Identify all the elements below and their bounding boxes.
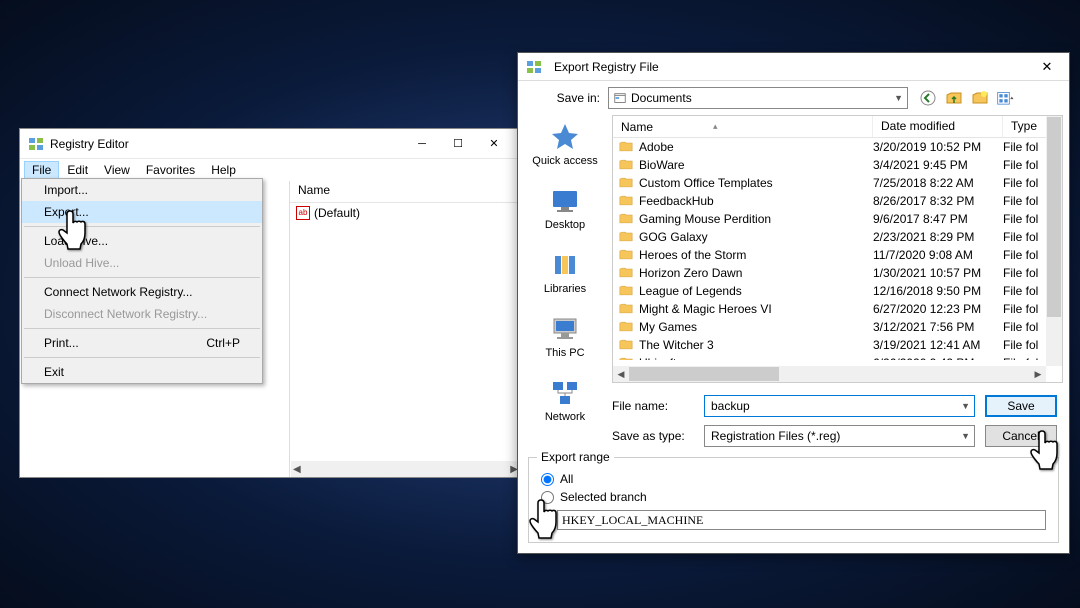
savein-label: Save in: xyxy=(530,91,608,105)
save-button[interactable]: Save xyxy=(985,395,1057,417)
menu-print[interactable]: Print...Ctrl+P xyxy=(22,332,262,354)
file-list[interactable]: Name▴ Date modified Type Adobe3/20/2019 … xyxy=(612,115,1063,383)
places-bar: Quick access Desktop Libraries This PC N… xyxy=(518,115,612,395)
file-row[interactable]: Might & Magic Heroes VI6/27/2020 12:23 P… xyxy=(613,300,1062,318)
radio-all[interactable]: All xyxy=(541,472,1046,486)
horizontal-scrollbar[interactable]: ◀▶ xyxy=(291,461,520,477)
dialog-title: Export Registry File xyxy=(554,60,1033,74)
folder-icon xyxy=(619,213,634,225)
file-row[interactable]: BioWare3/4/2021 9:45 PMFile fol xyxy=(613,156,1062,174)
place-this-pc[interactable]: This PC xyxy=(525,313,605,359)
export-range-group: Export range All Selected branch xyxy=(528,457,1059,543)
file-row[interactable]: My Games3/12/2021 7:56 PMFile fol xyxy=(613,318,1062,336)
col-name[interactable]: Name▴ xyxy=(613,116,873,137)
dialog-titlebar[interactable]: Export Registry File ✕ xyxy=(518,53,1069,81)
saveastype-label: Save as type: xyxy=(612,429,704,443)
folder-icon xyxy=(619,339,634,351)
place-network[interactable]: Network xyxy=(525,377,605,423)
string-value-icon: ab xyxy=(296,206,310,220)
file-row[interactable]: Gaming Mouse Perdition9/6/2017 8:47 PMFi… xyxy=(613,210,1062,228)
savein-combo[interactable]: Documents ▼ xyxy=(608,87,908,109)
place-desktop[interactable]: Desktop xyxy=(525,185,605,231)
place-quick-access[interactable]: Quick access xyxy=(525,121,605,167)
file-row[interactable]: Horizon Zero Dawn1/30/2021 10:57 PMFile … xyxy=(613,264,1062,282)
place-libraries[interactable]: Libraries xyxy=(525,249,605,295)
view-menu-icon[interactable] xyxy=(996,88,1016,108)
branch-input[interactable] xyxy=(557,510,1046,530)
menu-export[interactable]: Export... xyxy=(22,201,262,223)
export-range-label: Export range xyxy=(537,450,614,464)
folder-icon xyxy=(619,195,634,207)
folder-icon xyxy=(619,321,634,333)
folder-icon xyxy=(619,141,634,153)
file-hscroll[interactable]: ◀▶ xyxy=(613,366,1046,382)
menu-disconnect-network: Disconnect Network Registry... xyxy=(22,303,262,325)
radio-selected-branch[interactable]: Selected branch xyxy=(541,490,1046,504)
file-vscroll[interactable] xyxy=(1046,116,1062,366)
menu-import[interactable]: Import... xyxy=(22,179,262,201)
regedit-icon xyxy=(28,136,44,152)
menu-unload-hive: Unload Hive... xyxy=(22,252,262,274)
new-folder-icon[interactable] xyxy=(970,88,990,108)
back-icon[interactable] xyxy=(918,88,938,108)
file-row[interactable]: FeedbackHub8/26/2017 8:32 PMFile fol xyxy=(613,192,1062,210)
folder-icon xyxy=(619,303,634,315)
folder-icon xyxy=(619,249,634,261)
dialog-icon xyxy=(526,59,542,75)
menu-exit[interactable]: Exit xyxy=(22,361,262,383)
file-row[interactable]: Adobe3/20/2019 10:52 PMFile fol xyxy=(613,138,1062,156)
regedit-title: Registry Editor xyxy=(50,137,404,151)
filename-input[interactable]: backup▼ xyxy=(704,395,975,417)
menu-connect-network[interactable]: Connect Network Registry... xyxy=(22,281,262,303)
col-date[interactable]: Date modified xyxy=(873,116,1003,137)
minimize-button[interactable]: ─ xyxy=(404,130,440,158)
menu-help[interactable]: Help xyxy=(203,161,244,179)
menu-file[interactable]: File xyxy=(24,161,59,179)
folder-icon xyxy=(619,231,634,243)
export-registry-dialog: Export Registry File ✕ Save in: Document… xyxy=(517,52,1070,554)
regedit-titlebar[interactable]: Registry Editor ─ ☐ ✕ xyxy=(20,129,520,159)
file-row[interactable]: Custom Office Templates7/25/2018 8:22 AM… xyxy=(613,174,1062,192)
file-row[interactable]: Heroes of the Storm11/7/2020 9:08 AMFile… xyxy=(613,246,1062,264)
maximize-button[interactable]: ☐ xyxy=(440,130,476,158)
folder-icon xyxy=(619,177,634,189)
file-row[interactable]: The Witcher 33/19/2021 12:41 AMFile fol xyxy=(613,336,1062,354)
cancel-button[interactable]: Cancel xyxy=(985,425,1057,447)
menu-edit[interactable]: Edit xyxy=(59,161,96,179)
list-header-name[interactable]: Name xyxy=(290,181,520,203)
menu-load-hive[interactable]: Load Hive... xyxy=(22,230,262,252)
folder-icon xyxy=(619,285,634,297)
file-menu-dropdown: Import... Export... Load Hive... Unload … xyxy=(21,178,263,384)
dialog-close-button[interactable]: ✕ xyxy=(1033,55,1061,79)
filename-label: File name: xyxy=(612,399,704,413)
menu-favorites[interactable]: Favorites xyxy=(138,161,203,179)
file-row[interactable]: League of Legends12/16/2018 9:50 PMFile … xyxy=(613,282,1062,300)
folder-icon xyxy=(619,159,634,171)
up-folder-icon[interactable] xyxy=(944,88,964,108)
file-row[interactable]: Ubisoft6/26/2020 9:42 PMFile fol xyxy=(613,354,1062,360)
folder-icon xyxy=(619,267,634,279)
saveastype-combo[interactable]: Registration Files (*.reg)▼ xyxy=(704,425,975,447)
menu-view[interactable]: View xyxy=(96,161,138,179)
folder-icon xyxy=(619,357,634,360)
close-button[interactable]: ✕ xyxy=(476,130,512,158)
value-default[interactable]: ab (Default) xyxy=(290,203,520,223)
file-row[interactable]: GOG Galaxy2/23/2021 8:29 PMFile fol xyxy=(613,228,1062,246)
registry-list-pane[interactable]: Name ab (Default) xyxy=(290,181,520,477)
